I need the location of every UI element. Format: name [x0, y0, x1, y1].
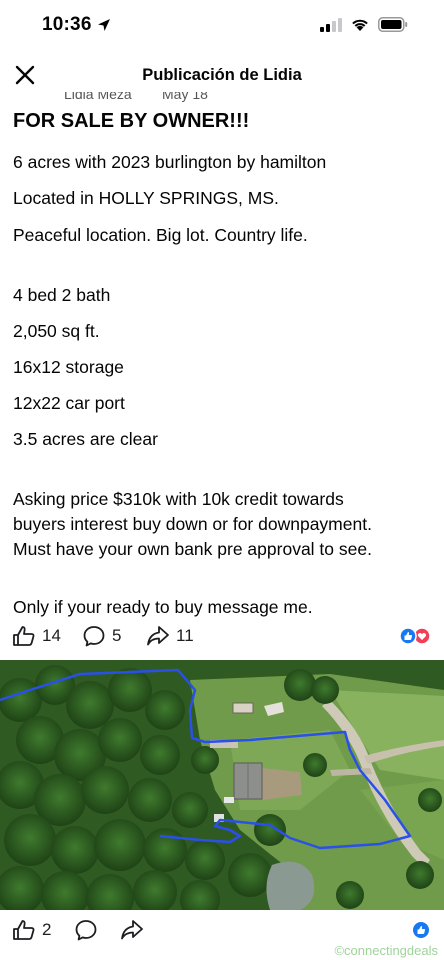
- wifi-icon: [352, 19, 368, 31]
- battery-icon: [378, 17, 408, 32]
- reactions-icon[interactable]: [398, 627, 432, 645]
- watermark: ©connectingdeals: [334, 943, 438, 958]
- location-arrow-icon: [98, 19, 110, 31]
- status-bar: 10:36: [0, 0, 444, 52]
- post-line: 6 acres with 2023 burlington by hamilton: [13, 152, 327, 172]
- post-line: Peaceful location. Big lot. Country life…: [13, 225, 308, 245]
- property-aerial-photo[interactable]: [0, 660, 444, 910]
- comment-icon: [75, 920, 97, 941]
- share-count: 11: [176, 626, 194, 645]
- post-headline: FOR SALE BY OWNER!!!: [13, 110, 250, 132]
- post-line: 3.5 acres are clear: [13, 429, 158, 449]
- photo-like-count: 2: [42, 920, 52, 939]
- post-line: buyers interest buy down or for downpaym…: [13, 514, 372, 534]
- post-date: May 18: [162, 92, 208, 102]
- share-icon: [147, 626, 169, 646]
- photo-like-button[interactable]: 2: [12, 919, 51, 941]
- aerial-image: [0, 660, 444, 910]
- post-line: Must have your own bank pre approval to …: [13, 539, 372, 559]
- like-button[interactable]: 14: [12, 625, 61, 647]
- post-line: 4 bed 2 bath: [13, 285, 111, 305]
- post-action-bar: 14 5 11: [0, 618, 444, 654]
- photo-share-button[interactable]: [120, 919, 144, 941]
- like-icon: [13, 626, 35, 646]
- comment-count: 5: [112, 626, 122, 645]
- photo-comment-button[interactable]: [74, 919, 98, 941]
- post-line: 2,050 sq ft.: [13, 321, 100, 341]
- comment-button[interactable]: 5: [82, 625, 121, 647]
- signal-icon: [320, 18, 342, 32]
- like-count: 14: [42, 626, 61, 645]
- reactions-icon[interactable]: [412, 921, 430, 939]
- status-time: 10:36: [42, 14, 92, 35]
- post-line: Located in HOLLY SPRINGS, MS.: [13, 188, 279, 208]
- post-line: 12x22 car port: [13, 393, 125, 413]
- post-author-header[interactable]: Lidia Meza May 18: [14, 92, 274, 104]
- share-button[interactable]: 11: [146, 625, 194, 647]
- like-icon: [13, 920, 35, 940]
- post-line: Asking price $310k with 10k credit towar…: [13, 489, 344, 509]
- post-author-name[interactable]: Lidia Meza: [64, 92, 132, 102]
- post-line: 16x12 storage: [13, 357, 124, 377]
- comment-icon: [83, 626, 105, 647]
- nav-title: Publicación de Lidia: [142, 66, 302, 84]
- share-icon: [121, 920, 143, 940]
- post-line: Only if your ready to buy message me.: [13, 597, 313, 617]
